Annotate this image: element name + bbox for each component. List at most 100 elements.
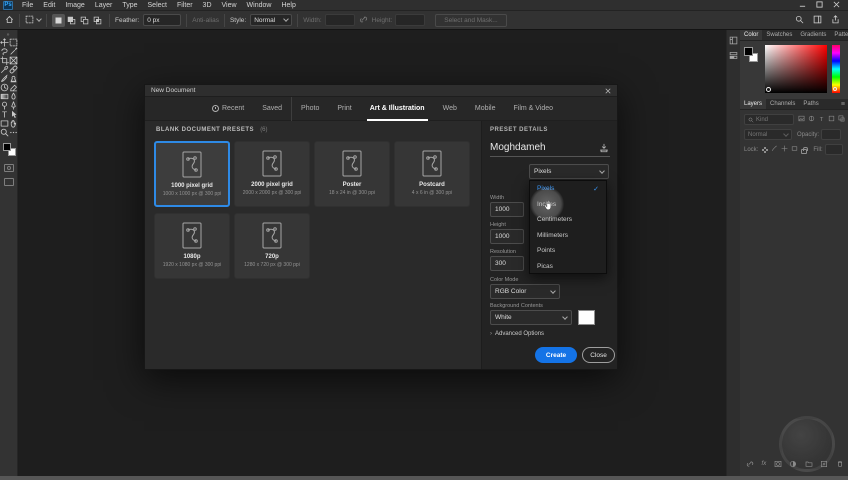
filter-type-icon[interactable]: T — [818, 115, 825, 124]
rectangle-tool-icon[interactable] — [0, 119, 9, 128]
collapse-toolbar-icon[interactable]: » — [0, 30, 17, 38]
dodge-tool-icon[interactable] — [0, 101, 9, 110]
style-select[interactable]: Normal — [250, 14, 293, 26]
workspace-icon[interactable] — [813, 15, 822, 26]
preset-card-poster[interactable]: Poster 18 x 24 in @ 300 ppi — [314, 141, 390, 207]
clone-stamp-tool-icon[interactable] — [9, 74, 18, 83]
tab-photo[interactable]: Photo — [292, 97, 328, 121]
layer-filter-select[interactable]: Kind — [744, 114, 794, 125]
menu-image[interactable]: Image — [60, 0, 89, 11]
foreground-color-swatch[interactable] — [744, 47, 753, 56]
tab-color[interactable]: Color — [740, 30, 763, 40]
maximize-icon[interactable] — [816, 0, 823, 10]
pen-tool-icon[interactable] — [9, 101, 18, 110]
hue-handle[interactable] — [833, 87, 837, 91]
feather-input[interactable]: 0 px — [143, 14, 182, 26]
gradient-tool-icon[interactable] — [0, 92, 9, 101]
new-selection-button[interactable] — [52, 13, 65, 27]
preset-card-1000-pixel-grid[interactable]: 1000 pixel grid 1000 x 1000 px @ 300 ppi — [154, 141, 230, 207]
saturation-brightness-field[interactable] — [765, 45, 827, 93]
width-input[interactable]: 1000 — [490, 202, 524, 217]
tab-mobile[interactable]: Mobile — [466, 97, 505, 121]
crop-tool-icon[interactable] — [0, 56, 9, 65]
dialog-close-icon[interactable] — [605, 87, 611, 94]
history-brush-tool-icon[interactable] — [0, 83, 9, 92]
hand-tool-icon[interactable] — [9, 119, 18, 128]
quick-mask-button[interactable] — [3, 164, 14, 172]
frame-tool-icon[interactable] — [9, 56, 18, 65]
preset-card-1080p[interactable]: 1080p 1920 x 1080 px @ 300 ppi — [154, 213, 230, 279]
unit-option-millimeters[interactable]: Millimeters — [530, 228, 606, 244]
subtract-from-selection-button[interactable] — [78, 14, 91, 27]
tab-paths[interactable]: Paths — [799, 99, 822, 109]
document-name-input[interactable]: Moghdameh — [490, 139, 610, 157]
share-icon[interactable] — [831, 14, 840, 26]
unit-select[interactable]: Pixels — [529, 164, 609, 179]
home-icon[interactable] — [5, 15, 14, 26]
menu-file[interactable]: File — [17, 0, 38, 11]
menu-help[interactable]: Help — [276, 0, 300, 11]
close-icon[interactable] — [833, 1, 840, 10]
blur-tool-icon[interactable] — [9, 92, 18, 101]
lock-transparency-icon[interactable] — [762, 146, 769, 153]
link-dimensions-icon[interactable] — [359, 15, 368, 26]
menu-edit[interactable]: Edit — [38, 0, 60, 11]
filter-shape-icon[interactable] — [828, 115, 835, 124]
tab-gradients[interactable]: Gradients — [796, 30, 830, 40]
minimize-icon[interactable] — [799, 1, 806, 10]
tab-web[interactable]: Web — [434, 97, 466, 121]
background-contents-select[interactable]: White — [490, 310, 572, 325]
menu-view[interactable]: View — [217, 0, 242, 11]
marquee-tool-preset-icon[interactable] — [25, 15, 34, 26]
save-preset-icon[interactable] — [599, 143, 609, 155]
delete-layer-icon[interactable] — [836, 455, 844, 473]
height-input[interactable]: 1000 — [490, 229, 524, 244]
preset-card-2000-pixel-grid[interactable]: 2000 pixel grid 2000 x 2000 px @ 300 ppi — [234, 141, 310, 207]
color-mode-select[interactable]: RGB Color — [490, 284, 560, 299]
foreground-color-swatch[interactable] — [3, 143, 11, 151]
anti-alias-checkbox[interactable]: Anti-alias — [192, 17, 219, 24]
fill-input[interactable] — [824, 144, 843, 155]
unit-option-points[interactable]: Points — [530, 243, 606, 259]
path-selection-tool-icon[interactable] — [9, 110, 18, 119]
lock-artboard-icon[interactable] — [791, 145, 798, 154]
brush-tool-icon[interactable] — [0, 74, 9, 83]
height-input[interactable] — [395, 14, 426, 26]
unit-option-picas[interactable]: Picas — [530, 259, 606, 275]
preset-card-720p[interactable]: 720p 1280 x 720 px @ 300 ppi — [234, 213, 310, 279]
color-picker-handle[interactable] — [766, 87, 771, 92]
tab-film-video[interactable]: Film & Video — [505, 97, 563, 121]
tab-recent[interactable]: Recent — [203, 97, 253, 121]
lasso-tool-icon[interactable] — [0, 47, 9, 56]
link-layers-icon[interactable] — [746, 455, 754, 473]
width-input[interactable] — [324, 14, 355, 26]
close-button[interactable]: Close — [582, 347, 615, 363]
tab-print[interactable]: Print — [328, 97, 360, 121]
menu-type[interactable]: Type — [117, 0, 142, 11]
layer-effects-icon[interactable]: fx — [762, 461, 767, 467]
blend-mode-select[interactable]: Normal — [744, 129, 792, 140]
resolution-input[interactable]: 300 — [490, 256, 524, 271]
move-tool-icon[interactable] — [0, 38, 9, 47]
menu-layer[interactable]: Layer — [90, 0, 118, 11]
tab-patterns[interactable]: Patterns — [830, 30, 848, 40]
create-button[interactable]: Create — [535, 347, 577, 363]
lock-paint-icon[interactable] — [771, 145, 778, 154]
panel-menu-icon[interactable]: ≡ — [841, 99, 848, 109]
filter-image-icon[interactable] — [798, 115, 805, 124]
search-icon[interactable] — [795, 15, 804, 26]
menu-filter[interactable]: Filter — [172, 0, 198, 11]
filter-smart-object-icon[interactable] — [838, 115, 845, 124]
tab-art-illustration[interactable]: Art & Illustration — [361, 97, 434, 121]
layer-mask-icon[interactable] — [774, 455, 782, 473]
lock-move-icon[interactable] — [781, 145, 788, 154]
advanced-options-toggle[interactable]: › Advanced Options — [490, 331, 544, 337]
tab-saved[interactable]: Saved — [253, 96, 293, 121]
healing-brush-tool-icon[interactable] — [9, 65, 18, 74]
filter-adjustment-icon[interactable] — [808, 115, 815, 124]
menu-select[interactable]: Select — [143, 0, 172, 11]
background-color-swatch[interactable] — [578, 310, 595, 325]
eyedropper-tool-icon[interactable] — [0, 65, 9, 74]
tab-channels[interactable]: Channels — [766, 99, 799, 109]
lock-all-icon[interactable] — [801, 146, 809, 154]
